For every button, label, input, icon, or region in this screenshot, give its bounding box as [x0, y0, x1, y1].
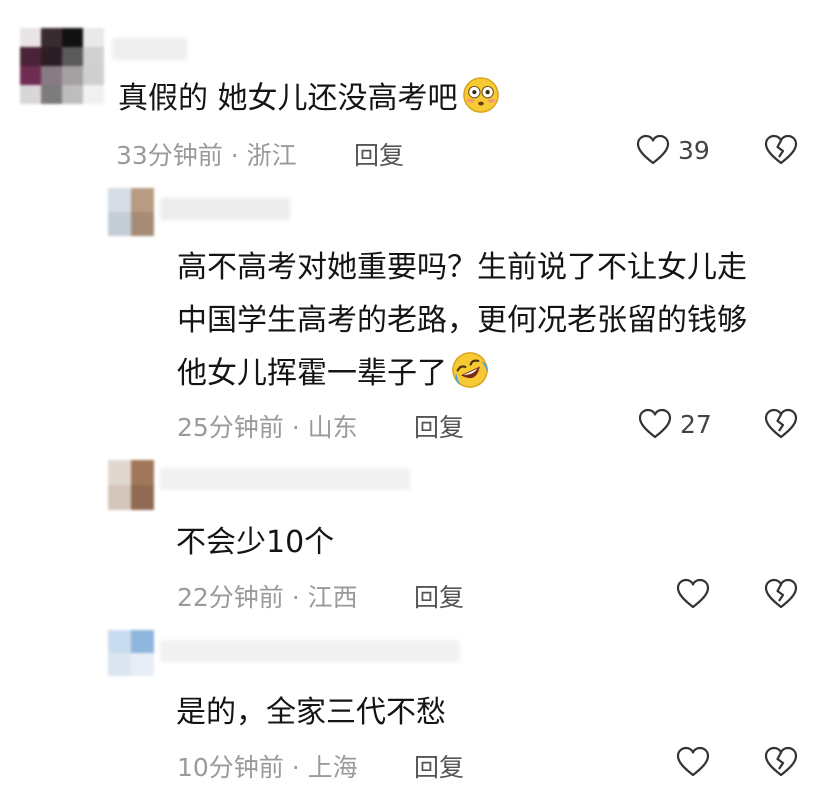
comment-meta: 10分钟前 · 上海 — [177, 748, 358, 784]
like-button[interactable]: 27 — [638, 408, 712, 440]
comment-text: 是的，全家三代不愁 — [176, 690, 446, 735]
avatar[interactable] — [20, 28, 104, 104]
dislike-button[interactable] — [764, 408, 798, 444]
comment-time: 10分钟前 — [177, 753, 284, 782]
dislike-button[interactable] — [764, 578, 798, 614]
comment-meta: 33分钟前 · 浙江 — [116, 136, 297, 172]
broken-heart-icon — [764, 746, 798, 777]
meta-separator: · — [291, 583, 300, 612]
comment-meta: 22分钟前 · 江西 — [177, 578, 358, 614]
heart-outline-icon — [638, 408, 672, 439]
comment-text-line: 中国学生高考的老路，更何况老张留的钱够 — [177, 303, 747, 338]
comment-text-line: 他女儿挥霍一辈子了 — [177, 356, 447, 391]
meta-separator: · — [230, 141, 239, 170]
rofl-face-icon — [452, 352, 488, 388]
dislike-button[interactable] — [764, 134, 798, 170]
dislike-button[interactable] — [764, 746, 798, 782]
username-blurred[interactable] — [160, 198, 290, 220]
comment-meta: 25分钟前 · 山东 — [177, 408, 358, 444]
comment-time: 33分钟前 — [116, 141, 223, 170]
heart-outline-icon — [676, 578, 710, 609]
comment-text: 高不高考对她重要吗？生前说了不让女儿走 中国学生高考的老路，更何况老张留的钱够 … — [177, 245, 747, 396]
avatar[interactable] — [108, 460, 154, 510]
reply-button[interactable]: 回复 — [354, 136, 404, 172]
comment-text-line: 真假的 她女儿还没高考吧 — [118, 81, 458, 116]
comment-location: 山东 — [307, 413, 358, 442]
comment-text-line: 是的，全家三代不愁 — [176, 695, 446, 730]
comment-time: 25分钟前 — [177, 413, 284, 442]
comment-text-line: 高不高考对她重要吗？生前说了不让女儿走 — [177, 250, 747, 285]
reply-button[interactable]: 回复 — [414, 578, 464, 614]
like-count: 39 — [678, 135, 710, 165]
comment-location: 江西 — [307, 583, 358, 612]
like-count: 27 — [680, 409, 712, 439]
heart-outline-icon — [636, 134, 670, 165]
comment-text-line: 不会少10个 — [176, 525, 335, 560]
broken-heart-icon — [764, 408, 798, 439]
reply-button[interactable]: 回复 — [414, 408, 464, 444]
heart-outline-icon — [676, 746, 710, 777]
comment-text: 真假的 她女儿还没高考吧 — [118, 76, 500, 121]
comment-location: 浙江 — [246, 141, 297, 170]
username-blurred[interactable] — [160, 468, 410, 490]
comment-location: 上海 — [307, 753, 358, 782]
broken-heart-icon — [764, 134, 798, 165]
like-button[interactable]: 39 — [636, 134, 710, 166]
comment-text: 不会少10个 — [176, 520, 334, 565]
username-blurred[interactable] — [112, 38, 187, 60]
broken-heart-icon — [764, 578, 798, 609]
avatar[interactable] — [108, 630, 154, 676]
comment-time: 22分钟前 — [177, 583, 284, 612]
avatar[interactable] — [108, 188, 154, 236]
meta-separator: · — [291, 753, 300, 782]
reply-button[interactable]: 回复 — [414, 748, 464, 784]
like-button[interactable] — [676, 578, 718, 610]
username-blurred[interactable] — [160, 640, 460, 662]
flushed-face-icon — [462, 77, 499, 113]
meta-separator: · — [291, 413, 300, 442]
like-button[interactable] — [676, 746, 718, 778]
